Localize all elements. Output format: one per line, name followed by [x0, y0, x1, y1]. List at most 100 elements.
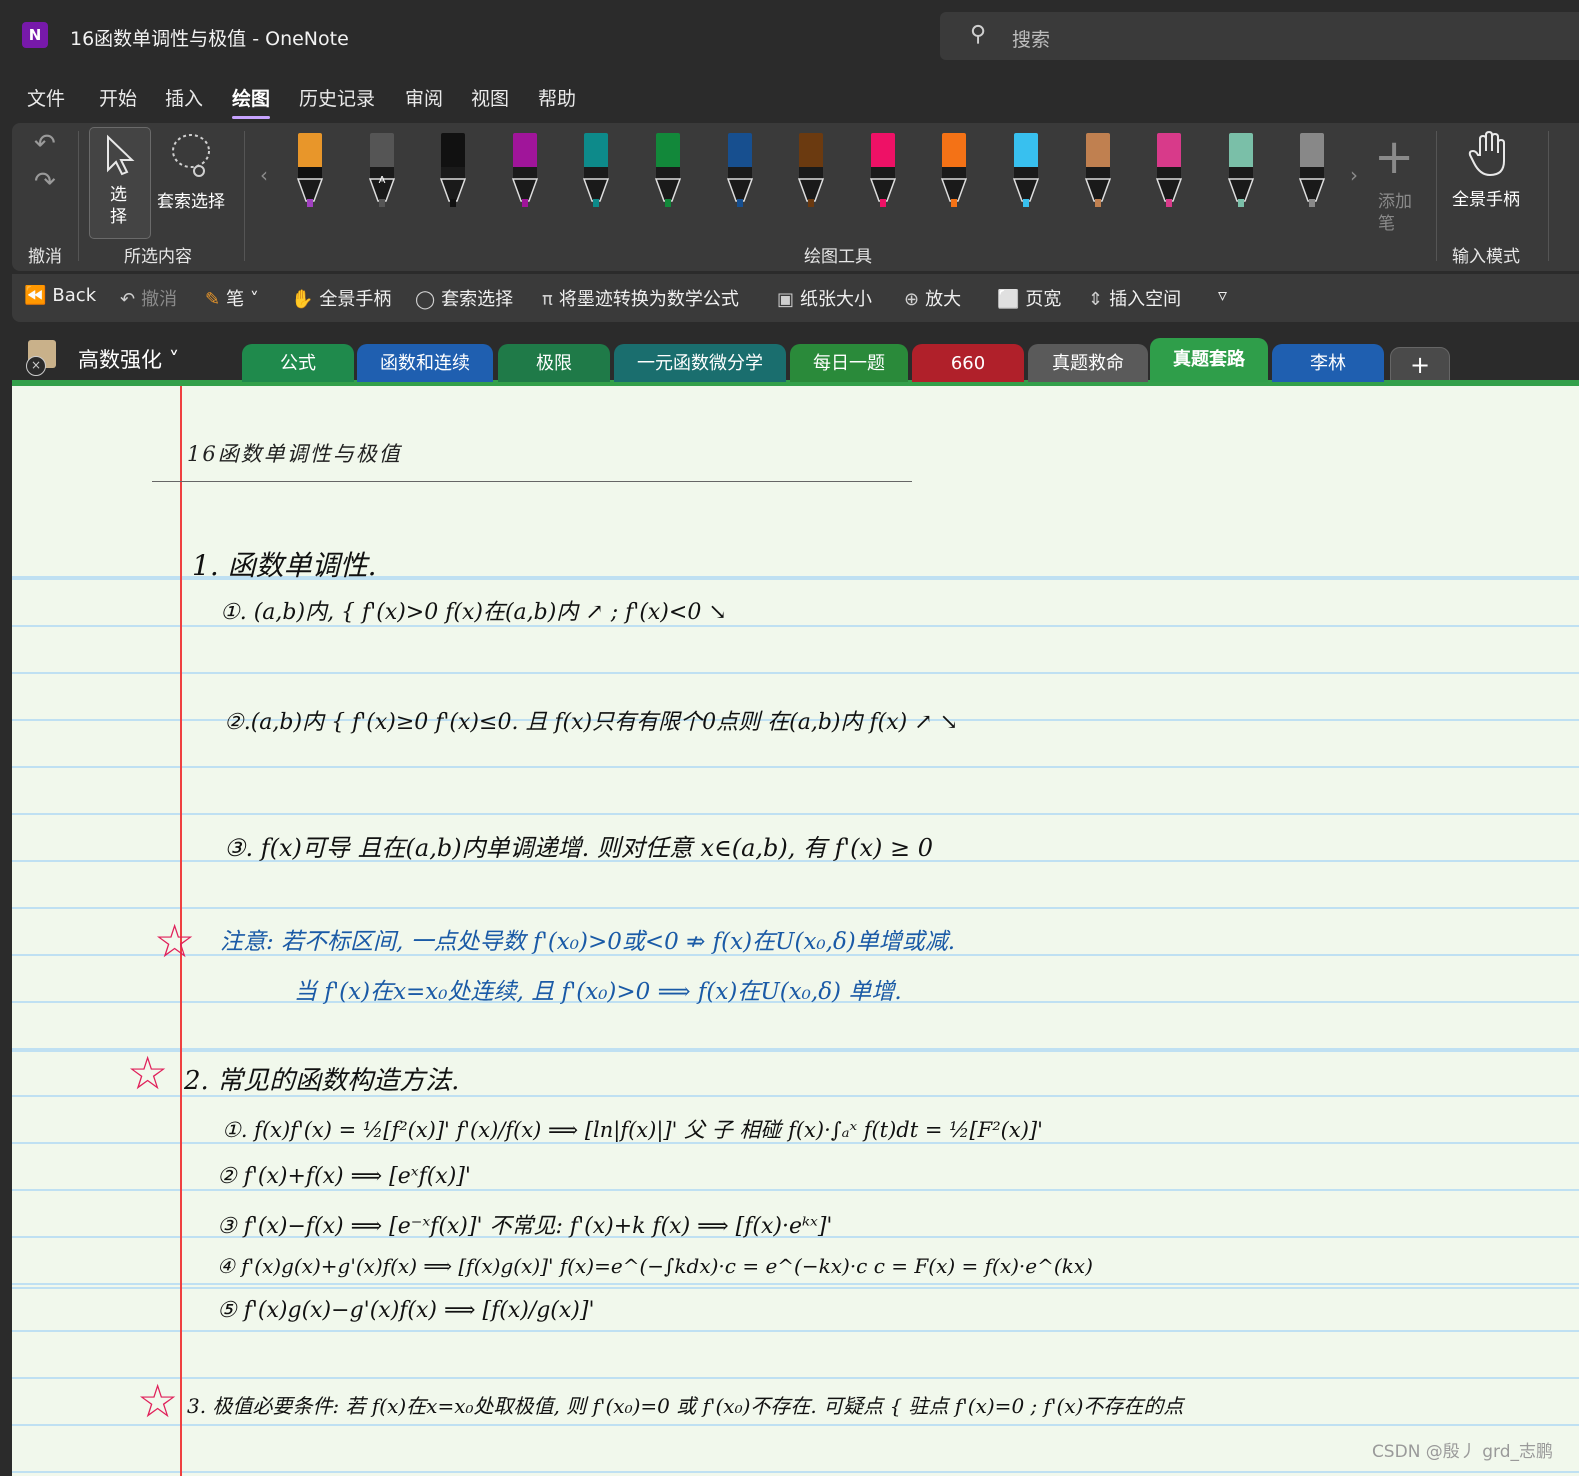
pen-swatch[interactable]	[939, 131, 969, 211]
lasso-toolbar-label: 套索选择	[441, 289, 514, 310]
back-button[interactable]: ⏪ Back	[24, 285, 96, 306]
section-tab[interactable]: 真题套路	[1150, 338, 1268, 382]
pen-swatch[interactable]	[295, 131, 325, 211]
section-tab[interactable]: 660	[912, 344, 1024, 382]
chevron-right-icon[interactable]: ›	[1350, 163, 1358, 187]
paper-size-button[interactable]: ▣ 纸张大小	[777, 285, 872, 311]
window-title: 16函数单调性与极值 - OneNote	[70, 28, 349, 50]
insert-space-icon: ⇕	[1088, 289, 1104, 310]
page-width-icon: ⬜	[997, 289, 1020, 310]
note-line: ③. f(x)可导 且在(a,b)内单调递增. 则对任意 x∈(a,b), 有 …	[224, 834, 934, 862]
pen-dropdown[interactable]: ✎ 笔 ˅	[205, 285, 259, 311]
page-title[interactable]: 16函数单调性与极值	[187, 438, 402, 468]
quick-toolbar: ⏪ Back ↶ 撤消 ✎ 笔 ˅ ✋ 全景手柄 ◯ 套索选择 π 将墨迹转换为数学公式 ▣…	[12, 274, 1579, 322]
select-button[interactable]: 选择	[89, 127, 151, 239]
pen-swatch[interactable]	[438, 131, 468, 211]
pen-icon	[440, 133, 467, 207]
add-pen-button[interactable]: + 添加笔	[1374, 129, 1434, 234]
pen-swatch[interactable]	[581, 131, 611, 211]
page-width-label: 页宽	[1025, 289, 1062, 310]
search-box[interactable]: ⚲ 搜索	[940, 12, 1579, 60]
pen-swatch[interactable]	[653, 131, 683, 211]
hand-toolbar-label: 全景手柄	[319, 289, 392, 310]
title-bar: N 16函数单调性与极值 - OneNote ⚲ 搜索	[0, 0, 1579, 72]
pen-icon	[1299, 133, 1326, 207]
ink-to-math-label: 将墨迹转换为数学公式	[558, 289, 739, 310]
notebook-selector[interactable]: 高数强化 ˅	[78, 344, 179, 374]
menu-draw[interactable]: 绘图	[232, 84, 271, 119]
section-tab[interactable]: 函数和连续	[357, 344, 493, 382]
pen-icon	[1156, 133, 1183, 207]
pen-icon	[941, 133, 968, 207]
paper-size-icon: ▣	[777, 289, 795, 310]
add-pen-label: 添加笔	[1378, 192, 1412, 234]
menu-file[interactable]: 文件	[27, 84, 65, 111]
drawing-tools-group-label: 绘图工具	[804, 247, 872, 267]
page-width-button[interactable]: ⬜ 页宽	[997, 285, 1061, 311]
note-line: ⑤ f'(x)g(x)−g'(x)f(x) ⟹ [f(x)/g(x)]'	[217, 1298, 595, 1323]
heading-construction: 2. 常见的函数构造方法.	[184, 1066, 460, 1096]
more-options-icon[interactable]: ▿	[1218, 285, 1227, 306]
panning-hand-toolbar-button[interactable]: ✋ 全景手柄	[291, 285, 391, 311]
back-label: Back	[52, 285, 97, 306]
menu-review[interactable]: 审阅	[405, 84, 443, 111]
note-line: ①. f(x)f'(x) = ½[f²(x)]' f'(x)/f(x) ⟹ [l…	[222, 1118, 1043, 1142]
section-tab[interactable]: 真题救命	[1028, 344, 1148, 382]
undo-group-label: 撤消	[28, 247, 62, 267]
undo-icon[interactable]: ↶	[34, 129, 56, 159]
pen-swatch[interactable]	[510, 131, 540, 211]
lasso-label: 套索选择	[157, 192, 225, 212]
pen-swatch[interactable]	[796, 131, 826, 211]
menu-insert[interactable]: 插入	[165, 84, 203, 111]
menu-home[interactable]: 开始	[99, 84, 137, 111]
lasso-toolbar-button[interactable]: ◯ 套索选择	[415, 285, 513, 311]
star-mark-icon: ☆	[154, 914, 196, 968]
panning-hand-button[interactable]: 全景手柄	[1448, 131, 1538, 231]
star-mark-icon: ☆	[137, 1374, 179, 1428]
note-line-blue: 注意: 若不标区间, 一点处导数 f'(x₀)>0或<0 ⇏ f(x)在U(x₀…	[220, 929, 956, 955]
pen-icon	[296, 133, 324, 207]
note-line: ③ f'(x)−f(x) ⟹ [e⁻ˣf(x)]' 不常见: f'(x)+k f…	[217, 1214, 833, 1239]
lasso-select-button[interactable]: 套索选择	[157, 127, 237, 237]
section-tab[interactable]: 每日一题	[790, 344, 908, 382]
title-divider	[152, 481, 912, 482]
undo-button[interactable]: ↶ 撤消	[120, 285, 177, 311]
section-tab[interactable]: 李林	[1272, 344, 1384, 382]
plus-icon: +	[1374, 129, 1415, 185]
heading-monotonicity: 1. 函数单调性.	[192, 549, 377, 582]
pen-swatch[interactable]	[1083, 131, 1113, 211]
hand-label: 全景手柄	[1452, 190, 1520, 210]
menu-bar: 文件 开始 插入 绘图 历史记录 审阅 视图 帮助	[0, 78, 1579, 119]
menu-help[interactable]: 帮助	[538, 84, 576, 111]
insert-space-button[interactable]: ⇕ 插入空间	[1088, 285, 1181, 311]
note-line: ② f'(x)+f(x) ⟹ [eˣf(x)]'	[217, 1164, 471, 1189]
pen-swatch[interactable]	[1226, 131, 1256, 211]
close-icon[interactable]: ×	[26, 356, 46, 376]
section-tab[interactable]: 公式	[242, 344, 354, 382]
redo-icon[interactable]: ↷	[34, 167, 56, 197]
section-tab[interactable]: 极限	[498, 344, 610, 382]
pen-swatch[interactable]: A	[367, 131, 397, 211]
zoom-in-label: 放大	[925, 289, 962, 310]
menu-view[interactable]: 视图	[471, 84, 509, 111]
note-page[interactable]: 16函数单调性与极值 1. 函数单调性. ①. (a,b)内, { f'(x)>…	[12, 386, 1579, 1476]
lasso-icon: ◯	[415, 289, 436, 310]
pen-swatch[interactable]	[725, 131, 755, 211]
pen-swatch[interactable]	[1297, 131, 1327, 211]
ink-to-math-button[interactable]: π 将墨迹转换为数学公式	[542, 285, 739, 311]
pen-swatch[interactable]	[868, 131, 898, 211]
add-section-button[interactable]: +	[1390, 347, 1450, 383]
zoom-in-button[interactable]: ⊕ 放大	[904, 285, 961, 311]
pen-swatch[interactable]	[1011, 131, 1041, 211]
pen-label: 笔	[226, 289, 245, 310]
select-label: 选择	[110, 185, 127, 227]
search-placeholder: 搜索	[1012, 29, 1051, 51]
insert-space-label: 插入空间	[1109, 289, 1182, 310]
chevron-left-icon[interactable]: ‹	[260, 163, 268, 187]
pen-icon: A	[368, 133, 395, 207]
menu-history[interactable]: 历史记录	[299, 84, 375, 111]
section-tab[interactable]: 一元函数微分学	[614, 344, 786, 382]
selection-group-label: 所选内容	[124, 247, 192, 267]
note-line: ②.(a,b)内 { f'(x)≥0 f'(x)≤0. 且 f(x)只有有限个0…	[224, 710, 959, 735]
pen-swatch[interactable]	[1154, 131, 1184, 211]
